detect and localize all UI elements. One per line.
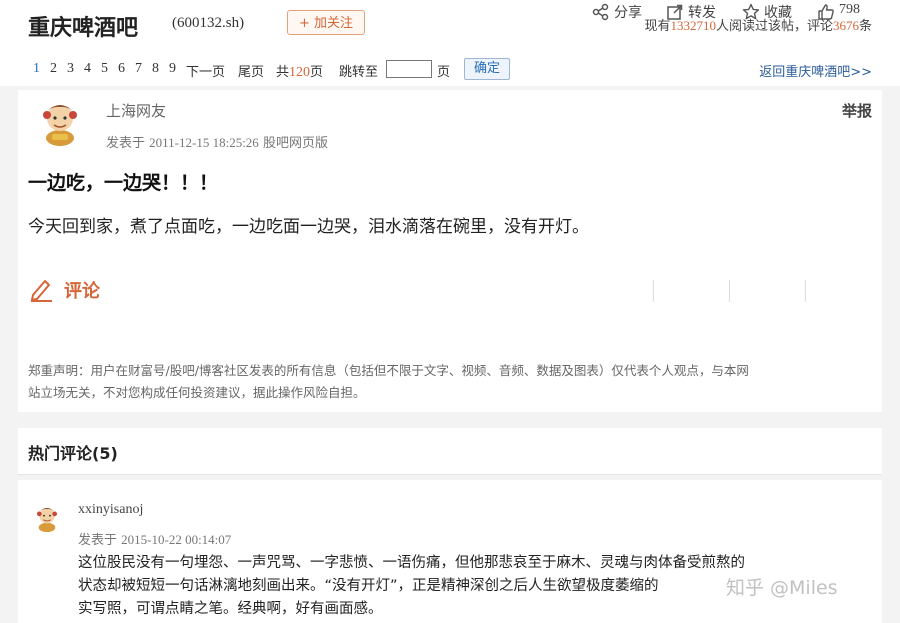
total-prefix: 共 [276,65,290,80]
comment-meta: 发表于 2015-10-22 00:14:07 [78,529,231,548]
stock-code: (600132.sh) [172,15,245,31]
disclaimer: 郑重声明：用户在财富号/股吧/博客社区发表的所有信息（包括但不限于文字、视频、音… [28,360,868,404]
avatar[interactable] [38,98,82,146]
forum-title[interactable]: 重庆啤酒吧 [28,10,138,42]
page-link-6[interactable]: 6 [118,61,125,77]
share-icon [592,3,609,21]
hot-comments-header [18,428,882,474]
last-page-link[interactable]: 尾页 [238,61,264,80]
thumbs-up-icon [818,4,834,20]
comment-timestamp: 2015-10-22 00:14:07 [121,532,232,547]
page-link-2[interactable]: 2 [50,61,57,77]
repost-icon [667,4,683,20]
comment-line-1: 这位股民没有一句埋怨、一声咒骂、一字悲愤、一语伤痛，但他那悲哀至于麻木、灵魂与肉… [78,555,745,571]
post-meta: 发表于 2011-12-15 18:25:26 股吧网页版 [106,132,328,151]
hot-comments-title: 热门评论(5) [28,444,118,463]
report-button[interactable]: 举报 [842,100,872,121]
watermark: 知乎 @Miles [726,577,838,599]
back-to-forum-link[interactable]: 返回重庆啤酒吧>> [759,61,872,80]
action-divider [653,280,654,302]
star-icon [742,3,760,20]
page-suffix: 页 [437,65,451,80]
post-timestamp: 2011-12-15 18:25:26 [149,135,259,150]
jump-page-input[interactable] [386,60,432,78]
total-pages: 共120页 [276,61,323,81]
action-divider [729,280,730,302]
disclaimer-line-1: 郑重声明：用户在财富号/股吧/博客社区发表的所有信息（包括但不限于文字、视频、音… [28,363,749,378]
post-title: 一边吃，一边哭！！！ [28,172,219,194]
post-author[interactable]: 上海网友 [106,100,166,121]
total-suffix: 页 [310,65,324,80]
stats-prefix: 现有 [644,19,671,34]
stats-suffix: 条 [858,19,872,34]
post-body: 今天回到家，煮了点面吃，一边吃面一边哭，泪水滴落在碗里，没有开灯。 [28,217,589,237]
total-pages-number: 120 [289,65,311,80]
action-divider [805,280,806,302]
comment-label: 评论 [64,281,100,302]
divider [18,474,882,475]
pencil-icon [31,280,52,302]
share-label: 分享 [614,5,642,21]
repost-label: 转发 [688,5,716,21]
confirm-jump-button[interactable]: 确定 [464,58,510,80]
comment-line-3: 实写照，可谓点睛之笔。经典啊，好有画面感。 [78,601,383,617]
disclaimer-line-2: 站立场无关，不对您构成任何投资建议，据此操作风险自担。 [28,385,366,400]
favorite-label: 收藏 [764,5,792,21]
jump-label: 跳转至 [339,65,379,80]
comment-author[interactable]: xxinyisanoj [78,502,143,518]
page-link-1[interactable]: 1 [33,61,40,77]
page-link-3[interactable]: 3 [67,61,74,77]
page-link-8[interactable]: 8 [152,61,159,77]
next-page-link[interactable]: 下一页 [186,61,225,80]
comment-meta-prefix: 发表于 [78,533,118,548]
like-count: 798 [839,2,860,17]
page-link-9[interactable]: 9 [169,61,176,77]
avatar[interactable] [34,503,60,533]
comment-count: 3676 [832,18,859,33]
page-link-7[interactable]: 7 [135,61,142,77]
follow-button[interactable]: + 加关注 [287,10,365,35]
page-link-5[interactable]: 5 [101,61,108,77]
meta-prefix: 发表于 [106,136,146,151]
page-link-4[interactable]: 4 [84,61,91,77]
post-source: 股吧网页版 [262,136,328,151]
